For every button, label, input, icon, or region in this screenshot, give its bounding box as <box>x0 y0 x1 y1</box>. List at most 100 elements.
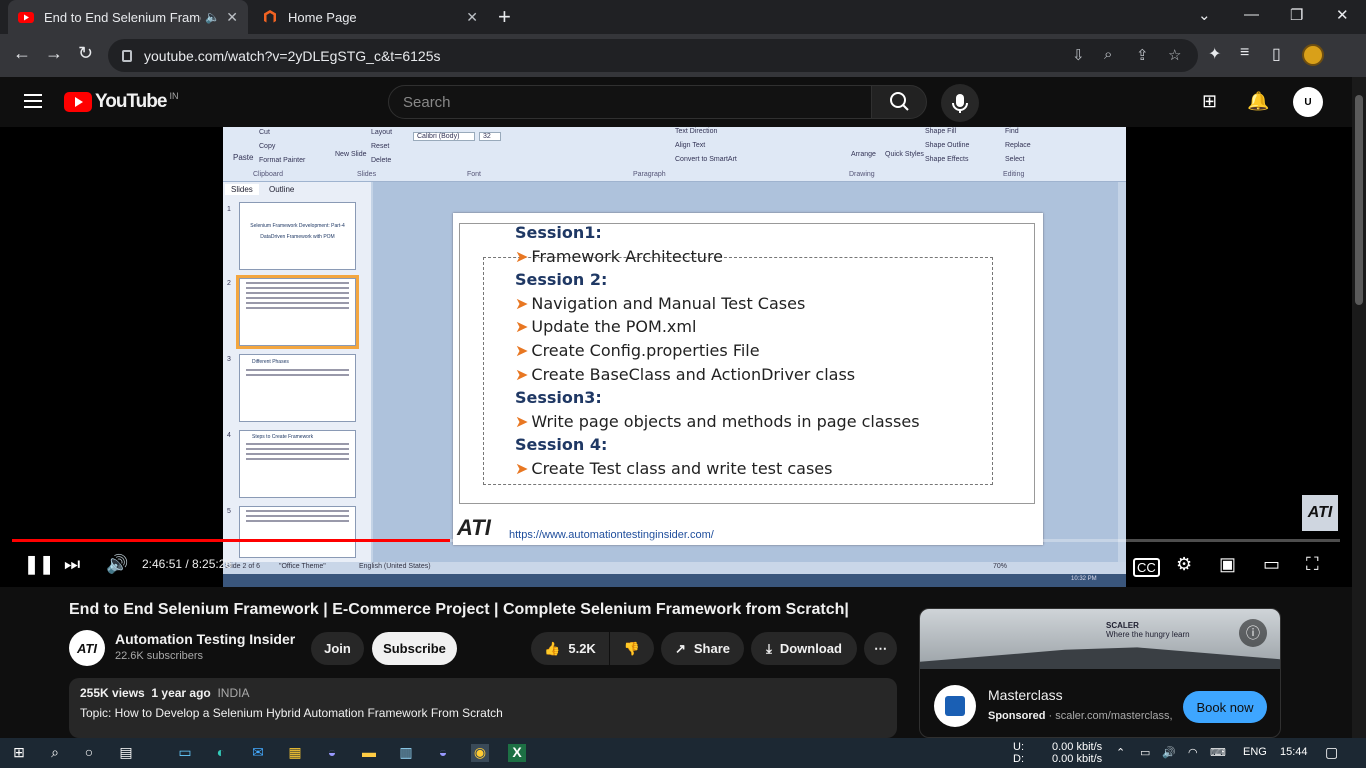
media-queue-icon[interactable]: ≡ <box>1240 44 1249 62</box>
subscribe-label: Subscribe <box>383 641 446 656</box>
address-bar[interactable]: youtube.com/watch?v=2yDLEgSTG_c&t=6125s <box>108 39 1198 72</box>
back-icon[interactable]: ← <box>13 43 31 64</box>
windows-start-icon[interactable]: ⊞ <box>10 744 28 762</box>
search-input[interactable]: Search <box>388 85 872 119</box>
close-tab-icon[interactable]: ✕ <box>466 9 478 26</box>
volume-icon[interactable]: 🔊 <box>106 554 128 575</box>
battery-icon[interactable]: ▭ <box>1140 746 1150 759</box>
app-monitor-icon[interactable]: ▭ <box>176 744 194 762</box>
ppt-status-bar: Slide 2 of 6 "Office Theme" English (Uni… <box>223 562 1126 574</box>
edge-icon[interactable]: ◐ <box>212 744 230 762</box>
wifi-icon[interactable]: ◠ <box>1188 746 1198 759</box>
side-panel-icon[interactable]: ▯ <box>1272 44 1281 64</box>
fullscreen-icon[interactable]: ⛶ <box>1306 554 1319 575</box>
more-icon: ⋯ <box>874 640 887 656</box>
language-indicator[interactable]: ENG <box>1243 746 1267 758</box>
extensions-icon[interactable]: ✦ <box>1208 44 1221 64</box>
file-explorer-icon[interactable]: ▬ <box>360 744 378 762</box>
upload-age: 1 year ago <box>151 686 211 700</box>
channel-watermark[interactable]: ATI <box>1302 495 1338 531</box>
subscriber-count: 22.6K subscribers <box>115 650 204 662</box>
like-button[interactable]: 👍 5.2K <box>531 632 609 665</box>
notifications-icon[interactable]: ▢ <box>1325 744 1338 761</box>
account-avatar[interactable]: U <box>1293 87 1323 117</box>
slide-line-text: Session 4: <box>515 435 608 455</box>
tab-home-page[interactable]: Home Page ✕ <box>252 0 488 34</box>
ribbon-format-painter: Format Painter <box>259 157 306 164</box>
store-icon[interactable]: ▦ <box>286 744 304 762</box>
new-tab-icon[interactable]: + <box>498 4 511 30</box>
channel-avatar[interactable]: ATI <box>69 630 105 666</box>
bullet-arrow-icon: ➤ <box>515 459 529 478</box>
subtitles-icon[interactable]: CC <box>1133 558 1160 577</box>
page-scrollbar[interactable] <box>1352 77 1366 738</box>
slide-bullet: ➤ Framework Architecture <box>515 247 723 266</box>
excel-icon[interactable]: X <box>508 744 526 762</box>
chrome-icon[interactable]: ◉ <box>471 744 489 762</box>
settings-gear-icon[interactable]: ⚙ <box>1176 554 1192 575</box>
profile-avatar[interactable] <box>1302 44 1324 66</box>
sponsored-ad-card[interactable]: SCALER Where the hungry learn ⓘ Mastercla… <box>919 608 1281 738</box>
description-box[interactable]: 255K views 1 year ago INDIA Topic: How t… <box>69 678 897 738</box>
dislike-button[interactable]: 👎 <box>610 632 654 665</box>
app-icon[interactable]: ◒ <box>323 744 341 762</box>
tab-strip: End to End Selenium Framework | E-Commer… <box>0 0 1366 34</box>
minimize-icon[interactable]: — <box>1244 6 1259 23</box>
notepad-icon[interactable]: ▥ <box>397 744 415 762</box>
tab-title: Home Page <box>288 9 357 25</box>
download-button[interactable]: ⤓ Download <box>751 632 857 665</box>
install-icon[interactable]: ⇩ <box>1072 46 1085 64</box>
subscribe-button[interactable]: Subscribe <box>372 632 457 665</box>
progress-bar[interactable] <box>12 539 1340 542</box>
notifications-bell-icon[interactable]: 🔔 <box>1247 91 1269 112</box>
restore-icon[interactable]: ❐ <box>1290 6 1303 24</box>
clock[interactable]: 15:44 <box>1280 746 1308 758</box>
share-button[interactable]: ↗ Share <box>661 632 744 665</box>
ad-brand-tag: SCALER <box>1106 621 1139 630</box>
task-view-icon[interactable]: ▤ <box>117 744 135 762</box>
youtube-logo[interactable]: YouTube IN <box>64 91 178 113</box>
thumb-number: 2 <box>227 280 231 287</box>
cortana-icon[interactable]: ○ <box>80 744 98 762</box>
share-icon[interactable]: ⇪ <box>1136 46 1149 64</box>
status-language: English (United States) <box>359 563 431 570</box>
ad-banner-image[interactable]: SCALER Where the hungry learn ⓘ <box>920 609 1280 669</box>
ad-info-icon[interactable]: ⓘ <box>1239 619 1267 647</box>
taskbar-search-icon[interactable]: ⌕ <box>46 744 64 762</box>
tab-youtube[interactable]: End to End Selenium Framework | E-Commer… <box>8 0 248 34</box>
speaker-icon[interactable]: 🔈 <box>205 10 220 24</box>
more-actions-button[interactable]: ⋯ <box>864 632 897 665</box>
close-tab-icon[interactable]: ✕ <box>226 9 238 26</box>
search-button[interactable] <box>871 85 927 119</box>
channel-name[interactable]: Automation Testing Insider <box>115 631 295 647</box>
keyboard-icon[interactable]: ⌨ <box>1210 746 1226 759</box>
theater-mode-icon[interactable]: ▭ <box>1263 554 1280 575</box>
scrollbar-thumb[interactable] <box>1355 95 1363 305</box>
create-video-icon[interactable]: ⊞ <box>1202 91 1217 112</box>
ad-title[interactable]: Masterclass <box>988 687 1063 703</box>
join-button[interactable]: Join <box>311 632 364 665</box>
close-window-icon[interactable]: ✕ <box>1336 6 1349 24</box>
youtube-play-logo-icon <box>64 92 92 112</box>
tab-search-icon[interactable]: ⌄ <box>1198 6 1211 24</box>
volume-tray-icon[interactable]: 🔊 <box>1162 746 1176 759</box>
slide-thumbnail-1: Selenium Framework Development: Part-4 D… <box>239 202 356 270</box>
zoom-icon[interactable]: ⌕ <box>1104 46 1112 63</box>
menu-icon[interactable] <box>24 94 42 108</box>
video-player[interactable]: Paste Cut Copy Format Painter New Slide … <box>0 127 1352 587</box>
chevron-up-icon[interactable]: ⌃ <box>1116 746 1125 759</box>
reload-icon[interactable]: ↻ <box>78 43 93 64</box>
mail-icon[interactable]: ✉ <box>249 744 267 762</box>
app-icon[interactable]: ◒ <box>434 744 452 762</box>
voice-search-button[interactable] <box>941 84 979 122</box>
slide-thumbnail-4: Steps to Create Framework <box>239 430 356 498</box>
ad-advertiser-logo[interactable] <box>934 685 976 727</box>
pause-icon[interactable]: ❚❚ <box>24 554 54 575</box>
forward-icon[interactable]: → <box>45 43 63 64</box>
ad-book-now-button[interactable]: Book now <box>1183 691 1267 723</box>
like-count: 5.2K <box>568 641 596 656</box>
bookmark-star-icon[interactable]: ☆ <box>1168 46 1181 64</box>
miniplayer-icon[interactable]: ▣ <box>1219 554 1236 575</box>
video-meta: 255K views 1 year ago INDIA <box>80 686 886 700</box>
next-icon[interactable]: ⏭ <box>64 554 80 575</box>
